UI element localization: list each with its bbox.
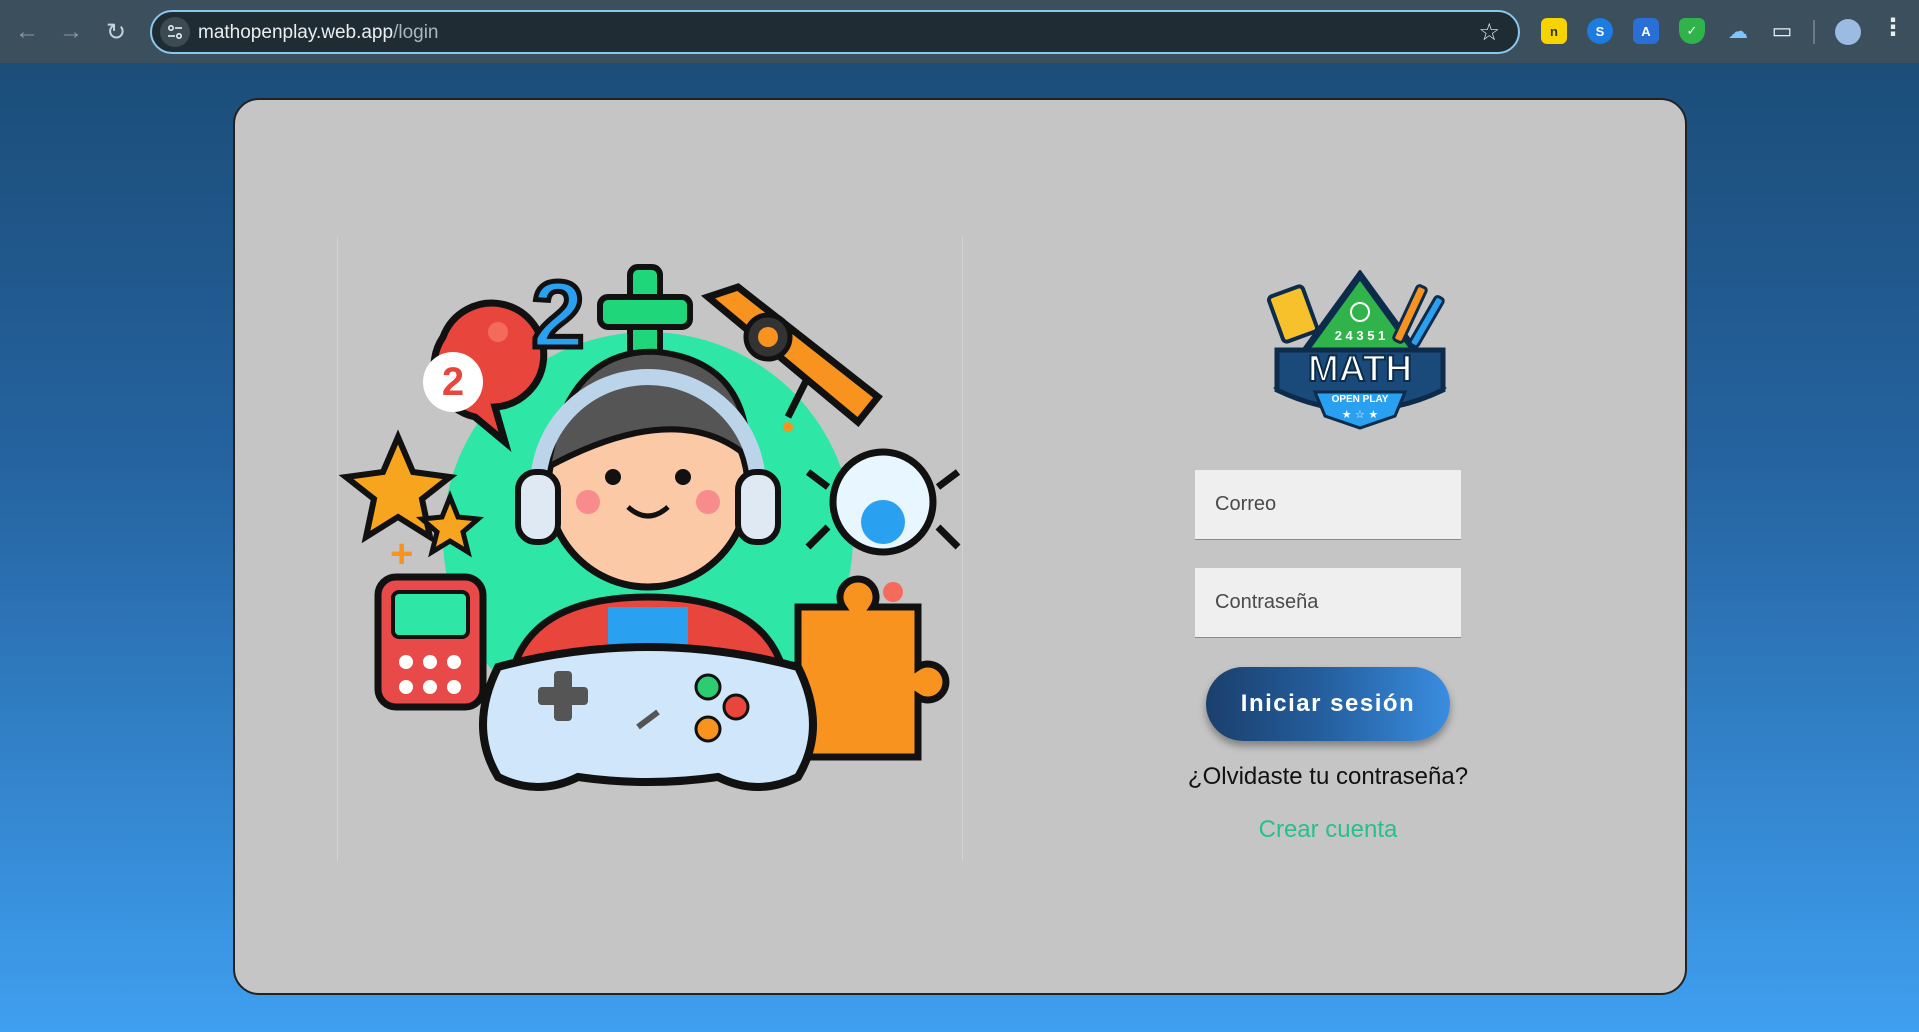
puzzle-piece-icon (794, 575, 950, 761)
number-two-icon: 2 (532, 262, 585, 368)
kebab-menu-icon[interactable]: ⋮ (1881, 16, 1905, 40)
address-bar[interactable]: mathopenplay.web.app/login ☆ (150, 10, 1520, 54)
url-text[interactable]: mathopenplay.web.app/login (198, 22, 439, 44)
notepad-icon (1267, 284, 1319, 344)
hero-illustration: 2 2 + (337, 237, 963, 861)
calculator-icon (374, 573, 487, 711)
back-icon[interactable]: ← (8, 13, 46, 51)
small-plus-icon: + (390, 532, 413, 576)
shield-extension-icon[interactable]: ✓ (1679, 18, 1705, 44)
forward-icon[interactable]: → (52, 13, 90, 51)
login-form: 2 4 3 5 1 MATH OPEN PLAY ★ ☆ ★ Iniciar s… (1155, 269, 1575, 870)
shazam-extension-icon[interactable]: S (1587, 18, 1613, 44)
login-card: 2 2 + 2 4 3 5 1 MATH OPEN PLAY ★ ☆ ★ Cor… (233, 98, 1687, 995)
browser-toolbar: ← → ↻ mathopenplay.web.app/login ☆ n S A… (0, 0, 1919, 63)
url-host: mathopenplay.web.app (198, 22, 394, 43)
weather-extension-icon[interactable]: ☁ (1725, 18, 1751, 44)
create-account-link[interactable]: Crear cuenta (1155, 816, 1501, 844)
gamepad-icon (479, 643, 817, 791)
logo-numbers: 2 4 3 5 1 (1335, 328, 1386, 343)
logo-subtitle: OPEN PLAY (1332, 394, 1389, 405)
password-field[interactable] (1195, 568, 1461, 638)
puzzle-extensions-icon[interactable]: ▭ (1769, 18, 1795, 44)
site-settings-icon[interactable] (160, 17, 190, 47)
note-extension-icon[interactable]: n (1541, 18, 1567, 44)
logo-title: MATH (1308, 348, 1412, 389)
email-field[interactable] (1195, 470, 1461, 540)
profile-avatar[interactable] (1835, 19, 1861, 45)
logo-stars-icon: ★ ☆ ★ (1342, 408, 1379, 421)
star-icon[interactable]: ☆ (1478, 18, 1500, 47)
url-path: /login (393, 22, 439, 43)
math-open-play-logo: 2 4 3 5 1 MATH OPEN PLAY ★ ☆ ★ (1265, 269, 1455, 430)
translate-extension-icon[interactable]: A (1633, 18, 1659, 44)
forgot-password-link[interactable]: ¿Olvidaste tu contraseña? (1155, 763, 1501, 791)
svg-text:2: 2 (442, 360, 464, 404)
reload-icon[interactable]: ↻ (97, 13, 135, 51)
login-button[interactable]: Iniciar sesión (1206, 667, 1450, 741)
toolbar-separator (1813, 20, 1815, 44)
